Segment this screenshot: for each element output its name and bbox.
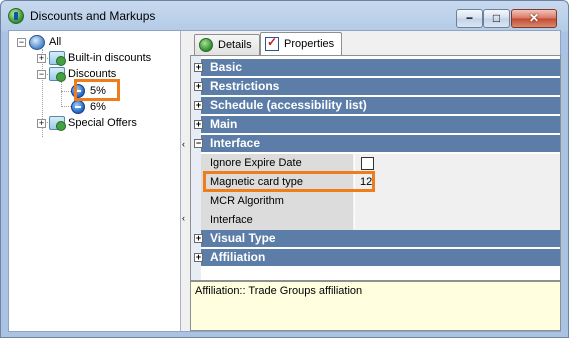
minimize-button[interactable]: − [456,9,483,28]
tree-line [61,81,62,107]
collapse-icon[interactable]: − [17,37,26,47]
tab-properties[interactable]: Properties [260,32,342,55]
discount-folder-icon [49,116,66,131]
category-restrictions[interactable]: + Restrictions [194,78,560,96]
category-label: Visual Type [210,231,276,245]
category-label: Main [210,117,238,131]
close-button[interactable]: ✕ [511,9,557,28]
tab-label: Properties [284,38,335,50]
category-schedule[interactable]: + Schedule (accessibility list) [194,97,560,115]
category-basic[interactable]: + Basic [194,59,560,77]
globe-icon [29,34,45,50]
property-name: Interface [201,211,354,230]
tree-item-built-in-discounts[interactable]: + Built-in discounts [37,50,151,66]
ignore-expire-date-checkbox[interactable] [361,157,374,170]
expand-icon[interactable]: + [194,82,203,91]
tab-strip: Details Properties [190,31,561,55]
highlight-box [74,79,120,101]
panel-splitter[interactable]: ‹ ‹ [181,31,190,331]
expand-icon[interactable]: + [194,120,203,129]
minimize-icon: − [465,11,473,25]
property-interface[interactable]: Interface [201,211,560,230]
tree-item-all[interactable]: − All [17,34,61,50]
window-title: Discounts and Markups [30,9,156,23]
property-mcr-algorithm[interactable]: MCR Algorithm [201,192,560,211]
category-label: Interface [210,136,261,150]
expand-icon[interactable]: + [37,118,46,128]
tree-item-6-percent[interactable]: 6% [71,99,106,115]
tree-line [61,91,71,92]
property-grid[interactable]: + Basic + Restrictions + Schedule (acces… [190,55,561,281]
tree-item-label: Special Offers [68,117,137,129]
category-interface[interactable]: − Interface [194,135,560,153]
app-icon [8,8,24,24]
discount-tree[interactable]: − All + Built-in discounts − Discounts 5… [9,31,181,331]
tree-item-label: Built-in discounts [68,52,152,64]
properties-icon [265,35,279,51]
property-value[interactable] [355,154,560,173]
property-description: Affiliation:: Trade Groups affiliation [190,281,561,331]
category-label: Affiliation [210,250,266,264]
discounts-window: Discounts and Markups − □ ✕ − All + Buil… [0,0,569,338]
expand-icon[interactable]: + [194,101,203,110]
property-name: MCR Algorithm [201,192,354,211]
property-value[interactable] [355,192,560,211]
collapse-icon[interactable]: − [37,69,46,79]
maximize-icon: □ [492,11,501,25]
collapse-icon[interactable]: − [194,139,203,148]
expand-icon[interactable]: + [37,53,46,63]
category-label: Restrictions [210,79,280,93]
category-visual-type[interactable]: + Visual Type [194,230,560,248]
tab-details[interactable]: Details [194,34,260,55]
highlight-box [203,171,375,192]
expand-icon[interactable]: + [194,234,203,243]
collapse-left-icon[interactable]: ‹ [182,139,185,149]
property-value[interactable] [355,211,560,230]
expand-icon[interactable]: + [194,63,203,72]
tree-item-label: 6% [90,101,106,113]
category-label: Schedule (accessibility list) [210,98,367,112]
tree-line [61,106,71,107]
maximize-button[interactable]: □ [483,9,510,28]
category-label: Basic [210,60,243,74]
category-affiliation[interactable]: + Affiliation [194,249,560,267]
discount-percent-icon [71,100,85,114]
tree-item-label: All [49,36,62,48]
tab-label: Details [218,39,252,51]
title-bar[interactable]: Discounts and Markups − □ ✕ [1,1,568,30]
collapse-left-icon[interactable]: ‹ [182,213,185,223]
discount-folder-icon [49,67,66,82]
close-icon: ✕ [528,11,540,25]
category-main[interactable]: + Main [194,116,560,134]
details-icon [199,38,213,52]
tree-item-special-offers[interactable]: + Special Offers [37,115,137,131]
property-value[interactable]: 12 [355,173,560,192]
expand-icon[interactable]: + [194,253,203,262]
discount-folder-icon [49,51,66,66]
